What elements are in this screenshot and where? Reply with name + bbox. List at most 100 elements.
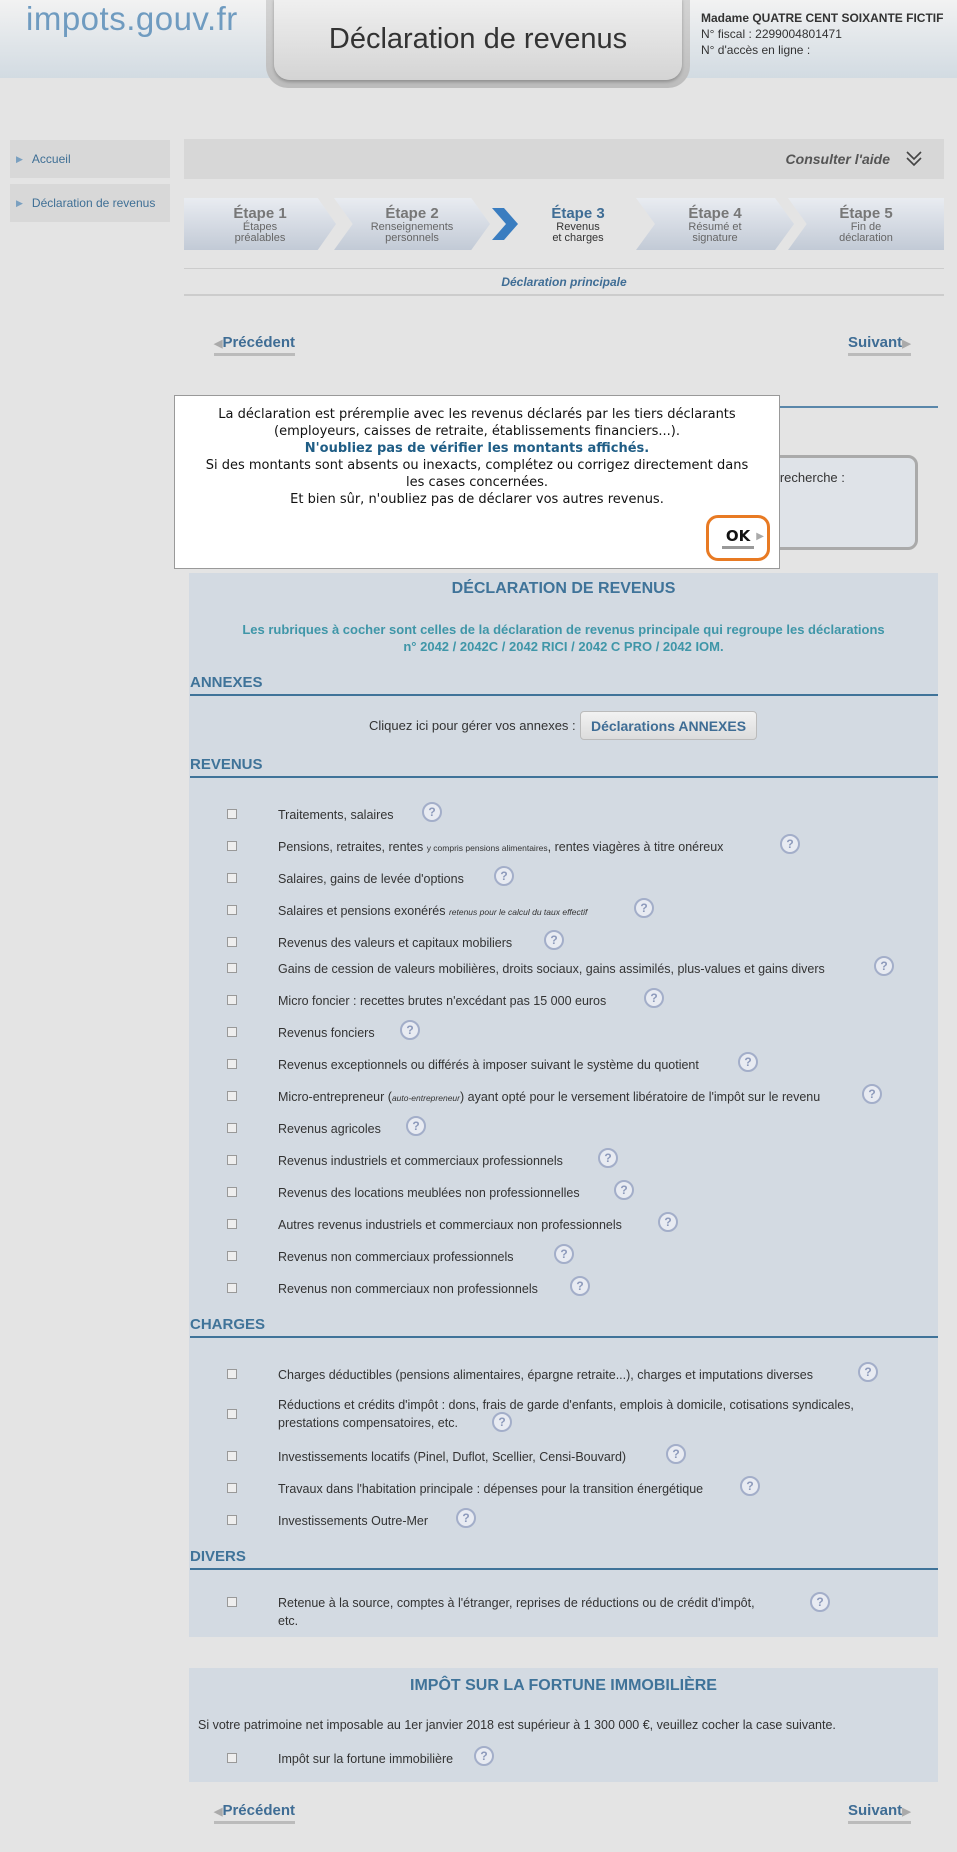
item-label: Salaires et pensions exonérés retenus po… bbox=[278, 902, 587, 921]
item-label: Autres revenus industriels et commerciau… bbox=[278, 1218, 622, 1232]
help-icon[interactable]: ? bbox=[858, 1362, 878, 1382]
ok-button[interactable]: OK ▶ bbox=[706, 515, 770, 561]
help-icon[interactable]: ? bbox=[780, 834, 800, 854]
next-label: Suivant bbox=[848, 1802, 903, 1819]
checkbox[interactable] bbox=[227, 1483, 237, 1493]
step-2: Étape 2 Renseignements personnels bbox=[334, 198, 490, 250]
checkbox[interactable] bbox=[227, 1219, 237, 1229]
arrow-right-icon: ▶ bbox=[756, 531, 764, 542]
help-icon[interactable]: ? bbox=[740, 1476, 760, 1496]
checkbox[interactable] bbox=[227, 937, 237, 947]
previous-label: Précédent bbox=[222, 334, 296, 351]
help-icon[interactable]: ? bbox=[544, 930, 564, 950]
list-item: Revenus agricoles ? bbox=[190, 1116, 938, 1140]
fiscal-number: N° fiscal : 2299004801471 bbox=[701, 27, 842, 41]
help-icon[interactable]: ? bbox=[644, 988, 664, 1008]
checkbox[interactable] bbox=[227, 1059, 237, 1069]
divers-heading: DIVERS bbox=[190, 1548, 938, 1570]
dialog-text-emphasis: N'oubliez pas de vérifier les montants a… bbox=[304, 441, 650, 456]
next-link[interactable]: Suivant▶ bbox=[848, 1802, 911, 1824]
help-bar[interactable]: Consulter l'aide bbox=[184, 139, 944, 179]
help-icon[interactable]: ? bbox=[874, 956, 894, 976]
checkbox[interactable] bbox=[227, 905, 237, 915]
checkbox[interactable] bbox=[227, 841, 237, 851]
next-label: Suivant bbox=[848, 334, 903, 351]
list-item: Autres revenus industriels et commerciau… bbox=[190, 1212, 938, 1236]
item-label: Micro foncier : recettes brutes n'excéda… bbox=[278, 994, 607, 1008]
sidebar-item-declaration[interactable]: ▶ Déclaration de revenus bbox=[10, 184, 170, 222]
item-label-line: Retenue à la source, comptes à l'étrange… bbox=[278, 1596, 755, 1610]
next-link[interactable]: Suivant▶ bbox=[848, 334, 911, 356]
list-item: Micro foncier : recettes brutes n'excéda… bbox=[190, 988, 938, 1012]
sidebar-item-accueil[interactable]: ▶ Accueil bbox=[10, 140, 170, 178]
help-icon[interactable]: ? bbox=[422, 802, 442, 822]
help-icon[interactable]: ? bbox=[634, 898, 654, 918]
user-name: Madame QUATRE CENT SOIXANTE FICTIF bbox=[701, 11, 944, 25]
help-icon[interactable]: ? bbox=[862, 1084, 882, 1104]
checkbox[interactable] bbox=[227, 1027, 237, 1037]
checkbox[interactable] bbox=[227, 1123, 237, 1133]
help-icon[interactable]: ? bbox=[598, 1148, 618, 1168]
step-title: Étape 5 bbox=[839, 205, 893, 222]
checkbox[interactable] bbox=[227, 1369, 237, 1379]
item-label-small: retenus pour le calcul du taux effectif bbox=[448, 907, 588, 917]
checkbox[interactable] bbox=[227, 1091, 237, 1101]
double-chevron-down-icon[interactable] bbox=[904, 149, 924, 169]
checkbox[interactable] bbox=[227, 1155, 237, 1165]
help-label[interactable]: Consulter l'aide bbox=[786, 151, 890, 167]
checkbox[interactable] bbox=[227, 873, 237, 883]
help-icon[interactable]: ? bbox=[658, 1212, 678, 1232]
checkbox[interactable] bbox=[227, 995, 237, 1005]
site-logo[interactable]: impots.gouv.fr bbox=[26, 0, 238, 38]
list-item: Charges déductibles (pensions alimentair… bbox=[190, 1362, 938, 1386]
help-icon[interactable]: ? bbox=[474, 1746, 494, 1766]
step-indicator: Étape 1 Étapes préalables Étape 2 Rensei… bbox=[184, 198, 944, 250]
list-item: Revenus non commerciaux professionnels ? bbox=[190, 1244, 938, 1268]
previous-link[interactable]: ◀Précédent bbox=[214, 334, 296, 356]
item-label-text: , rentes viagères à titre onéreux bbox=[547, 840, 724, 854]
help-icon[interactable]: ? bbox=[554, 1244, 574, 1264]
checkbox[interactable] bbox=[227, 1753, 237, 1763]
item-label: Revenus industriels et commerciaux profe… bbox=[278, 1154, 563, 1168]
search-box: e recherche : bbox=[760, 455, 918, 550]
checkbox[interactable] bbox=[227, 1409, 237, 1419]
checkbox[interactable] bbox=[227, 1597, 237, 1607]
divider bbox=[780, 406, 938, 408]
item-label: Impôt sur la fortune immobilière bbox=[278, 1752, 454, 1766]
help-icon[interactable]: ? bbox=[810, 1592, 830, 1612]
arrow-right-icon: ▶ bbox=[16, 197, 23, 208]
previous-link[interactable]: ◀Précédent bbox=[214, 1802, 296, 1824]
help-icon[interactable]: ? bbox=[456, 1508, 476, 1528]
help-icon[interactable]: ? bbox=[666, 1444, 686, 1464]
help-icon[interactable]: ? bbox=[406, 1116, 426, 1136]
item-label: Investissements Outre-Mer bbox=[278, 1514, 429, 1528]
revenus-heading: REVENUS bbox=[190, 756, 938, 778]
search-box-label: e recherche : bbox=[769, 470, 845, 485]
checkbox[interactable] bbox=[227, 809, 237, 819]
list-item: Salaires, gains de levée d'options ? bbox=[190, 866, 938, 890]
step-3-current: Étape 3 Revenus et charges bbox=[504, 198, 652, 250]
help-icon[interactable]: ? bbox=[614, 1180, 634, 1200]
item-label: Investissements locatifs (Pinel, Duflot,… bbox=[278, 1450, 627, 1464]
help-icon[interactable]: ? bbox=[494, 866, 514, 886]
list-item: Gains de cession de valeurs mobilières, … bbox=[190, 956, 938, 980]
checkbox[interactable] bbox=[227, 963, 237, 973]
help-icon[interactable]: ? bbox=[738, 1052, 758, 1072]
checkbox[interactable] bbox=[227, 1187, 237, 1197]
checkbox[interactable] bbox=[227, 1515, 237, 1525]
header: impots.gouv.fr Déclaration de revenus Ma… bbox=[0, 0, 957, 88]
help-icon[interactable]: ? bbox=[400, 1020, 420, 1040]
arrow-right-icon: ▶ bbox=[902, 338, 911, 350]
help-icon[interactable]: ? bbox=[570, 1276, 590, 1296]
annexes-button[interactable]: Déclarations ANNEXES bbox=[580, 711, 757, 740]
checkbox[interactable] bbox=[227, 1283, 237, 1293]
help-icon[interactable]: ? bbox=[492, 1412, 512, 1432]
previous-label: Précédent bbox=[222, 1802, 296, 1819]
main-subtitle-line: n° 2042 / 2042C / 2042 RICI / 2042 C PRO… bbox=[403, 639, 724, 654]
checkbox[interactable] bbox=[227, 1251, 237, 1261]
list-item: Investissements Outre-Mer ? bbox=[190, 1508, 938, 1532]
item-label: Revenus fonciers bbox=[278, 1026, 375, 1040]
checkbox[interactable] bbox=[227, 1451, 237, 1461]
annexes-text: Cliquez ici pour gérer vos annexes : bbox=[369, 718, 576, 733]
list-item: Investissements locatifs (Pinel, Duflot,… bbox=[190, 1444, 938, 1468]
